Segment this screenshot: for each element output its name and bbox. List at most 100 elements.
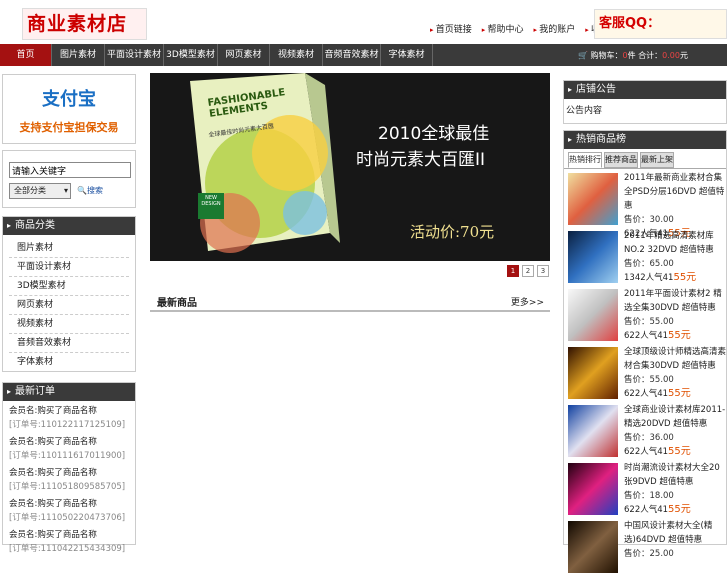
nav-home[interactable]: 首页 bbox=[0, 44, 52, 66]
cart-summary[interactable]: 🛒 购物车：0件 合计：0.00元 bbox=[578, 50, 688, 61]
product-stat: 1342人气4155元 bbox=[624, 271, 727, 285]
order-number: [订单号:111050220473706] bbox=[9, 513, 126, 523]
top-link-home[interactable]: 首页链接 bbox=[430, 22, 472, 35]
order-item[interactable]: 会员名:购买了商品名称 [订单号:110111617011900] bbox=[3, 432, 135, 463]
alipay-banner[interactable]: 支付宝 支持支付宝担保交易 bbox=[2, 74, 136, 144]
new-goods-header: 最新商品 更多>> bbox=[150, 289, 550, 312]
product-stat: 622人气4155元 bbox=[624, 387, 727, 401]
orders-panel-title: 最新订单 bbox=[3, 383, 135, 401]
product-item[interactable]: 2011年精选高清素材库NO.2 32DVD 超值特惠 售价：65.00 1342人… bbox=[564, 229, 726, 287]
banner-subheadline: 时尚元素大百匯II bbox=[356, 150, 486, 170]
category-item-graphic[interactable]: 平面设计素材 bbox=[9, 258, 129, 277]
search-button-label: 搜索 bbox=[86, 186, 103, 195]
order-item[interactable]: 会员名:购买了商品名称 [订单号:111051809585705] bbox=[3, 463, 135, 494]
orders-panel: 最新订单 会员名:购买了商品名称 [订单号:110122117125109] 会员… bbox=[2, 382, 136, 554]
banner-pager: 1 2 3 bbox=[507, 265, 549, 277]
category-item-audio[interactable]: 音频音效素材 bbox=[9, 334, 129, 353]
product-stat-text: 1342人气41 bbox=[624, 273, 674, 283]
product-stat-text: 622人气41 bbox=[624, 447, 669, 457]
product-stat-highlight: 55元 bbox=[673, 272, 697, 283]
product-item[interactable]: 时尚潮流设计素材大全20张9DVD 超值特惠售价：18.00 622人气4155元 bbox=[564, 461, 726, 519]
hot-products-title: 热销商品榜 bbox=[564, 131, 726, 149]
top-link-help[interactable]: 帮助中心 bbox=[482, 22, 524, 35]
product-name[interactable]: 时尚潮流设计素材大全20张9DVD 超值特惠 bbox=[624, 461, 727, 489]
nav-fonts[interactable]: 字体素材 bbox=[381, 44, 433, 66]
notice-panel: 店铺公告 公告内容 bbox=[563, 80, 727, 124]
nav-3d-models[interactable]: 3D模型素材 bbox=[164, 44, 218, 66]
order-label: 会员名:购买了商品名称 bbox=[9, 437, 97, 447]
product-image[interactable] bbox=[568, 463, 618, 515]
product-price: 售价：55.00 bbox=[624, 317, 674, 327]
product-image[interactable] bbox=[568, 289, 618, 341]
product-price: 售价：25.00 bbox=[624, 549, 674, 559]
product-name[interactable]: 全球顶级设计师精选高清素材合集30DVD 超值特惠 bbox=[624, 345, 727, 373]
shop-logo[interactable]: 商业素材店 bbox=[22, 8, 147, 40]
product-stat: 622人气4155元 bbox=[624, 445, 727, 459]
category-item-images[interactable]: 图片素材 bbox=[9, 239, 129, 258]
product-item[interactable]: 2011年最新商业素材合集 全PSD分层16DVD 超值特惠 售价：30.00 62… bbox=[564, 171, 727, 239]
new-goods-more-link[interactable]: 更多>> bbox=[511, 295, 544, 308]
product-price: 售价：18.00 bbox=[624, 491, 674, 501]
notice-title: 店铺公告 bbox=[564, 81, 726, 99]
product-item[interactable]: 2011年平面设计素材2 精选全集30DVD 超值特惠售价：55.00 622人气… bbox=[564, 287, 726, 345]
nav-images[interactable]: 图片素材 bbox=[52, 44, 105, 66]
promo-banner[interactable]: FASHIONABLE ELEMENTS 全球最佳时尚元素大百匯 NEW DES… bbox=[150, 73, 550, 261]
pager-2[interactable]: 2 bbox=[522, 265, 534, 277]
product-image[interactable] bbox=[568, 521, 618, 573]
hot-products-panel: 热销商品榜 热销排行 推荐商品 最新上架 2011年最新商业素材合集 全PSD分… bbox=[563, 130, 727, 573]
order-item[interactable]: 会员名:购买了商品名称 [订单号:110122117125109] bbox=[3, 401, 135, 432]
product-price: 售价：30.00 bbox=[624, 215, 674, 225]
order-label: 会员名:购买了商品名称 bbox=[9, 530, 97, 540]
order-item[interactable]: 会员名:购买了商品名称 [订单号:111042215434309] bbox=[3, 525, 135, 556]
product-image[interactable] bbox=[568, 173, 618, 225]
search-input[interactable] bbox=[9, 162, 131, 178]
banner-box-badge: NEW DESIGN bbox=[201, 195, 221, 207]
order-label: 会员名:购买了商品名称 bbox=[9, 499, 97, 509]
cart-unit: 元 bbox=[679, 51, 688, 60]
product-price: 售价：36.00 bbox=[624, 433, 674, 443]
product-stat-text: 622人气41 bbox=[624, 331, 669, 341]
pager-1[interactable]: 1 bbox=[507, 265, 519, 277]
new-goods-title: 最新商品 bbox=[157, 298, 197, 309]
customer-service-qq[interactable]: 客服QQ：764203095 bbox=[594, 9, 727, 59]
product-stat-text: 622人气41 bbox=[624, 505, 669, 515]
alipay-slogan: 支持支付宝担保交易 bbox=[19, 121, 119, 134]
banner-price: 活动价:70元 bbox=[410, 223, 495, 241]
tab-hot-rank[interactable]: 热销排行 bbox=[568, 152, 602, 168]
product-image[interactable] bbox=[568, 231, 618, 283]
product-name[interactable]: 2011年最新商业素材合集 全PSD分层16DVD 超值特惠 bbox=[624, 171, 727, 213]
tab-new-arrivals[interactable]: 最新上架 bbox=[640, 152, 674, 168]
category-item-web[interactable]: 网页素材 bbox=[9, 296, 129, 315]
category-item-fonts[interactable]: 字体素材 bbox=[9, 353, 129, 372]
order-number: [订单号:110111617011900] bbox=[9, 451, 126, 461]
product-item[interactable]: 全球顶级设计师精选高清素材合集30DVD 超值特惠售价：55.00 622人气41… bbox=[564, 345, 726, 403]
order-label: 会员名:购买了商品名称 bbox=[9, 406, 97, 416]
search-category-select[interactable]: 全部分类 bbox=[9, 183, 71, 199]
category-item-3d[interactable]: 3D模型素材 bbox=[9, 277, 129, 296]
cart-total: 0.00 bbox=[662, 51, 680, 60]
tab-recommended[interactable]: 推荐商品 bbox=[604, 152, 638, 168]
product-stat-text: 622人气41 bbox=[624, 389, 669, 399]
top-link-account[interactable]: 我的账户 bbox=[534, 22, 575, 35]
product-stat: 622人气4155元 bbox=[624, 503, 727, 517]
product-image[interactable] bbox=[568, 405, 618, 457]
pager-3[interactable]: 3 bbox=[537, 265, 549, 277]
nav-audio[interactable]: 音频音效素材 bbox=[323, 44, 381, 66]
nav-graphic-design[interactable]: 平面设计素材 bbox=[105, 44, 164, 66]
order-item[interactable]: 会员名:购买了商品名称 [订单号:111050220473706] bbox=[3, 494, 135, 525]
product-name[interactable]: 全球商业设计素材库2011-精选20DVD 超值特惠 bbox=[624, 403, 727, 431]
category-item-video[interactable]: 视频素材 bbox=[9, 315, 129, 334]
product-name[interactable]: 2011年精选高清素材库NO.2 32DVD 超值特惠 bbox=[624, 229, 727, 257]
hot-products-tabs: 热销排行 推荐商品 最新上架 bbox=[564, 149, 726, 169]
nav-web[interactable]: 网页素材 bbox=[218, 44, 270, 66]
product-stat-highlight: 55元 bbox=[668, 330, 691, 341]
product-name[interactable]: 中国风设计素材大全(精选)64DVD 超值特惠 bbox=[624, 519, 727, 547]
product-price: 售价：55.00 bbox=[624, 375, 674, 385]
product-image[interactable] bbox=[568, 347, 618, 399]
notice-body: 公告内容 bbox=[566, 106, 603, 116]
product-item[interactable]: 中国风设计素材大全(精选)64DVD 超值特惠售价：25.00 bbox=[564, 519, 726, 577]
nav-video[interactable]: 视频素材 bbox=[270, 44, 323, 66]
product-item[interactable]: 全球商业设计素材库2011-精选20DVD 超值特惠售价：36.00 622人气4… bbox=[564, 403, 726, 461]
search-button[interactable]: 🔍搜索 bbox=[77, 185, 103, 196]
product-name[interactable]: 2011年平面设计素材2 精选全集30DVD 超值特惠 bbox=[624, 287, 727, 315]
